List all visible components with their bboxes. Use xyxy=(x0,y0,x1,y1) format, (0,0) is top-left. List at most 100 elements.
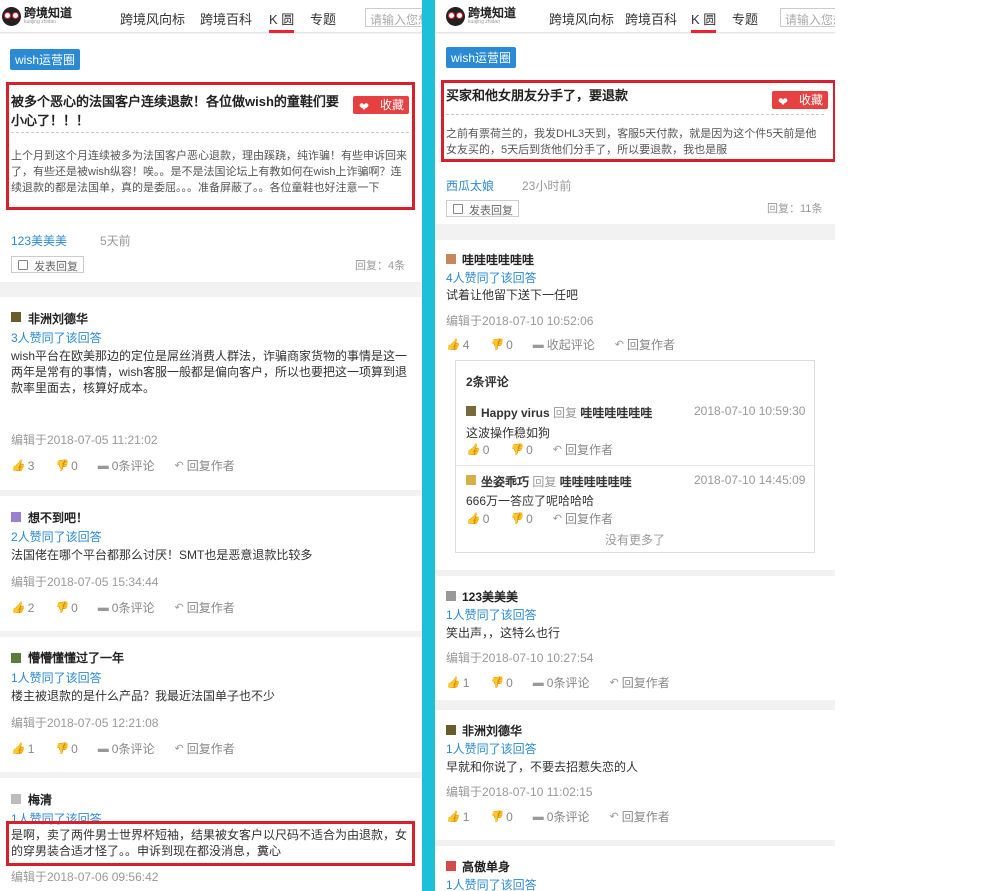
answer-likes: 2人赞同了该回答 xyxy=(11,530,102,544)
answer-actions: 👍 1 👎 0 ▬ 0条评论 ↶ 回复作者 xyxy=(446,674,690,691)
answer-likes: 1人赞同了该回答 xyxy=(446,878,537,891)
comments-button[interactable]: ▬ 0条评论 xyxy=(533,674,590,691)
question-card: wish运营圈 被多个恶心的法国客户连续退款！各位做wish的童鞋们要小心了！！… xyxy=(0,34,422,282)
question-time: 5天前 xyxy=(100,234,131,248)
avatar[interactable] xyxy=(466,406,476,416)
site-logo[interactable]: 跨境知道 kuajing zhidao xyxy=(2,6,72,26)
reply-author-label: 回复作者 xyxy=(621,676,670,690)
upvote-button[interactable]: 👍 0 xyxy=(466,510,489,527)
reply-author-button[interactable]: ↶ 回复作者 xyxy=(174,457,234,474)
panel-divider xyxy=(422,0,435,891)
answer-author[interactable]: 想不到吧！ xyxy=(28,509,88,526)
reply-author-label: 回复作者 xyxy=(186,601,235,615)
avatar[interactable] xyxy=(446,861,456,871)
avatar[interactable] xyxy=(466,475,476,485)
circle-tag[interactable]: wish运营圈 xyxy=(446,47,517,68)
question-author[interactable]: 西瓜太娘 xyxy=(446,177,494,194)
downvote-button[interactable]: 👎 0 xyxy=(54,599,77,616)
thumbs-up-icon: 👍 xyxy=(466,513,480,525)
answer-text: 楼主被退款的是什么产品？我最近法国单子也不少 xyxy=(11,689,276,703)
reply-author-label: 回复作者 xyxy=(565,443,614,457)
answer-card: 高傲单身 1人赞同了该回答 xyxy=(435,846,835,891)
upvote-button[interactable]: 👍 3 xyxy=(11,457,34,474)
edit-icon xyxy=(18,260,28,270)
downvote-count: 0 xyxy=(506,809,513,824)
nav-item-trends[interactable]: 跨境风向标 xyxy=(120,9,185,28)
comment-author[interactable]: 坐姿乖巧 回复 哇哇哇哇哇哇 xyxy=(481,473,632,490)
downvote-button[interactable]: 👎 0 xyxy=(54,740,77,757)
upvote-button[interactable]: 👍 1 xyxy=(446,808,469,825)
answer-author[interactable]: 非洲刘德华 xyxy=(462,722,522,739)
downvote-button[interactable]: 👎 0 xyxy=(509,441,532,458)
answer-author[interactable]: 哇哇哇哇哇哇 xyxy=(462,251,534,268)
answer-author[interactable]: 梅清 xyxy=(28,791,52,808)
post-reply-button[interactable]: 发表回复 xyxy=(11,256,84,273)
nav-item-trends[interactable]: 跨境风向标 xyxy=(549,9,614,28)
answer-author[interactable]: 非洲刘德华 xyxy=(28,310,88,327)
upvote-count: 0 xyxy=(482,511,490,526)
downvote-count: 0 xyxy=(71,600,78,615)
nav-item-topics[interactable]: 专题 xyxy=(732,9,758,28)
avatar[interactable] xyxy=(11,512,21,522)
comment-icon: ▬ xyxy=(532,338,544,351)
downvote-button[interactable]: 👎 0 xyxy=(489,674,512,691)
answer-card: 非洲刘德华 1人赞同了该回答 早就和你说了，不要去招惹失恋的人 编辑于2018-… xyxy=(435,710,835,840)
upvote-button[interactable]: 👍 1 xyxy=(11,740,34,757)
reply-author-button[interactable]: ↶ 回复作者 xyxy=(174,599,234,616)
comment-item: 坐姿乖巧 回复 哇哇哇哇哇哇 2018-07-10 14:45:09 666万一… xyxy=(456,468,814,528)
answer-likes: 4人赞同了该回答 xyxy=(446,271,537,285)
reply-arrow-icon: ↶ xyxy=(174,602,184,614)
reply-author-button[interactable]: ↶ 回复作者 xyxy=(553,510,613,527)
comments-button[interactable]: ▬ 0条评论 xyxy=(98,599,155,616)
comments-button[interactable]: ▬ 0条评论 xyxy=(98,457,155,474)
thumbs-up-icon: 👍 xyxy=(446,339,460,351)
answer-likes: 1人赞同了该回答 xyxy=(446,742,537,756)
avatar[interactable] xyxy=(446,254,456,264)
downvote-button[interactable]: 👎 0 xyxy=(54,457,77,474)
avatar[interactable] xyxy=(11,312,21,322)
avatar[interactable] xyxy=(11,794,21,804)
answer-text: 早就和你说了，不要去招惹失恋的人 xyxy=(446,760,639,774)
search-input[interactable]: 请输入您想 xyxy=(365,8,422,27)
reply-author-button[interactable]: ↶ 回复作者 xyxy=(553,441,613,458)
answer-edited-time: 编辑于2018-07-05 11:21:02 xyxy=(11,433,158,447)
avatar[interactable] xyxy=(446,591,456,601)
nav-item-k-circle[interactable]: K 圆 xyxy=(269,9,295,33)
thumbs-down-icon: 👎 xyxy=(509,444,524,456)
reply-author-button[interactable]: ↶ 回复作者 xyxy=(609,674,669,691)
comments-button[interactable]: ▬ 0条评论 xyxy=(98,740,155,757)
comment-author[interactable]: Happy virus 回复 哇哇哇哇哇哇 xyxy=(481,404,652,421)
nav-item-wiki[interactable]: 跨境百科 xyxy=(200,9,252,28)
avatar[interactable] xyxy=(446,725,456,735)
downvote-button[interactable]: 👎 0 xyxy=(489,336,512,353)
downvote-button[interactable]: 👎 0 xyxy=(489,808,512,825)
collapse-comments-button[interactable]: ▬ 收起评论 xyxy=(533,336,595,353)
question-author[interactable]: 123美美美 xyxy=(11,232,67,249)
answer-author[interactable]: 123美美美 xyxy=(462,588,518,605)
reply-author-button[interactable]: ↶ 回复作者 xyxy=(174,740,234,757)
reply-author-button[interactable]: ↶ 回复作者 xyxy=(615,336,675,353)
comment-author-name: 坐姿乖巧 xyxy=(481,475,530,489)
no-more-text: 没有更多了 xyxy=(604,533,665,547)
circle-tag[interactable]: wish运营圈 xyxy=(10,49,81,70)
post-reply-button[interactable]: 发表回复 xyxy=(446,200,519,217)
nav-item-topics[interactable]: 专题 xyxy=(310,9,336,28)
search-input[interactable]: 请输入您想 xyxy=(780,8,835,27)
upvote-button[interactable]: 👍 4 xyxy=(446,336,469,353)
upvote-button[interactable]: 👍 0 xyxy=(466,441,489,458)
reply-author-label: 回复作者 xyxy=(565,512,614,526)
upvote-button[interactable]: 👍 2 xyxy=(11,599,34,616)
downvote-button[interactable]: 👎 0 xyxy=(509,510,532,527)
answer-author[interactable]: 高傲单身 xyxy=(462,858,510,875)
reply-arrow-icon: ↶ xyxy=(552,513,562,525)
reply-author-button[interactable]: ↶ 回复作者 xyxy=(609,808,669,825)
nav-item-wiki[interactable]: 跨境百科 xyxy=(625,9,677,28)
upvote-count: 2 xyxy=(27,600,35,615)
site-logo[interactable]: 跨境知道 kuajing zhidao xyxy=(446,6,516,26)
upvote-button[interactable]: 👍 1 xyxy=(446,674,469,691)
comments-button[interactable]: ▬ 0条评论 xyxy=(533,808,590,825)
nav-item-k-circle[interactable]: K 圆 xyxy=(691,9,717,33)
avatar[interactable] xyxy=(11,653,21,663)
reply-count: 回复：11条 xyxy=(767,203,823,215)
answer-author[interactable]: 懵懵懂懂过了一年 xyxy=(28,649,124,666)
